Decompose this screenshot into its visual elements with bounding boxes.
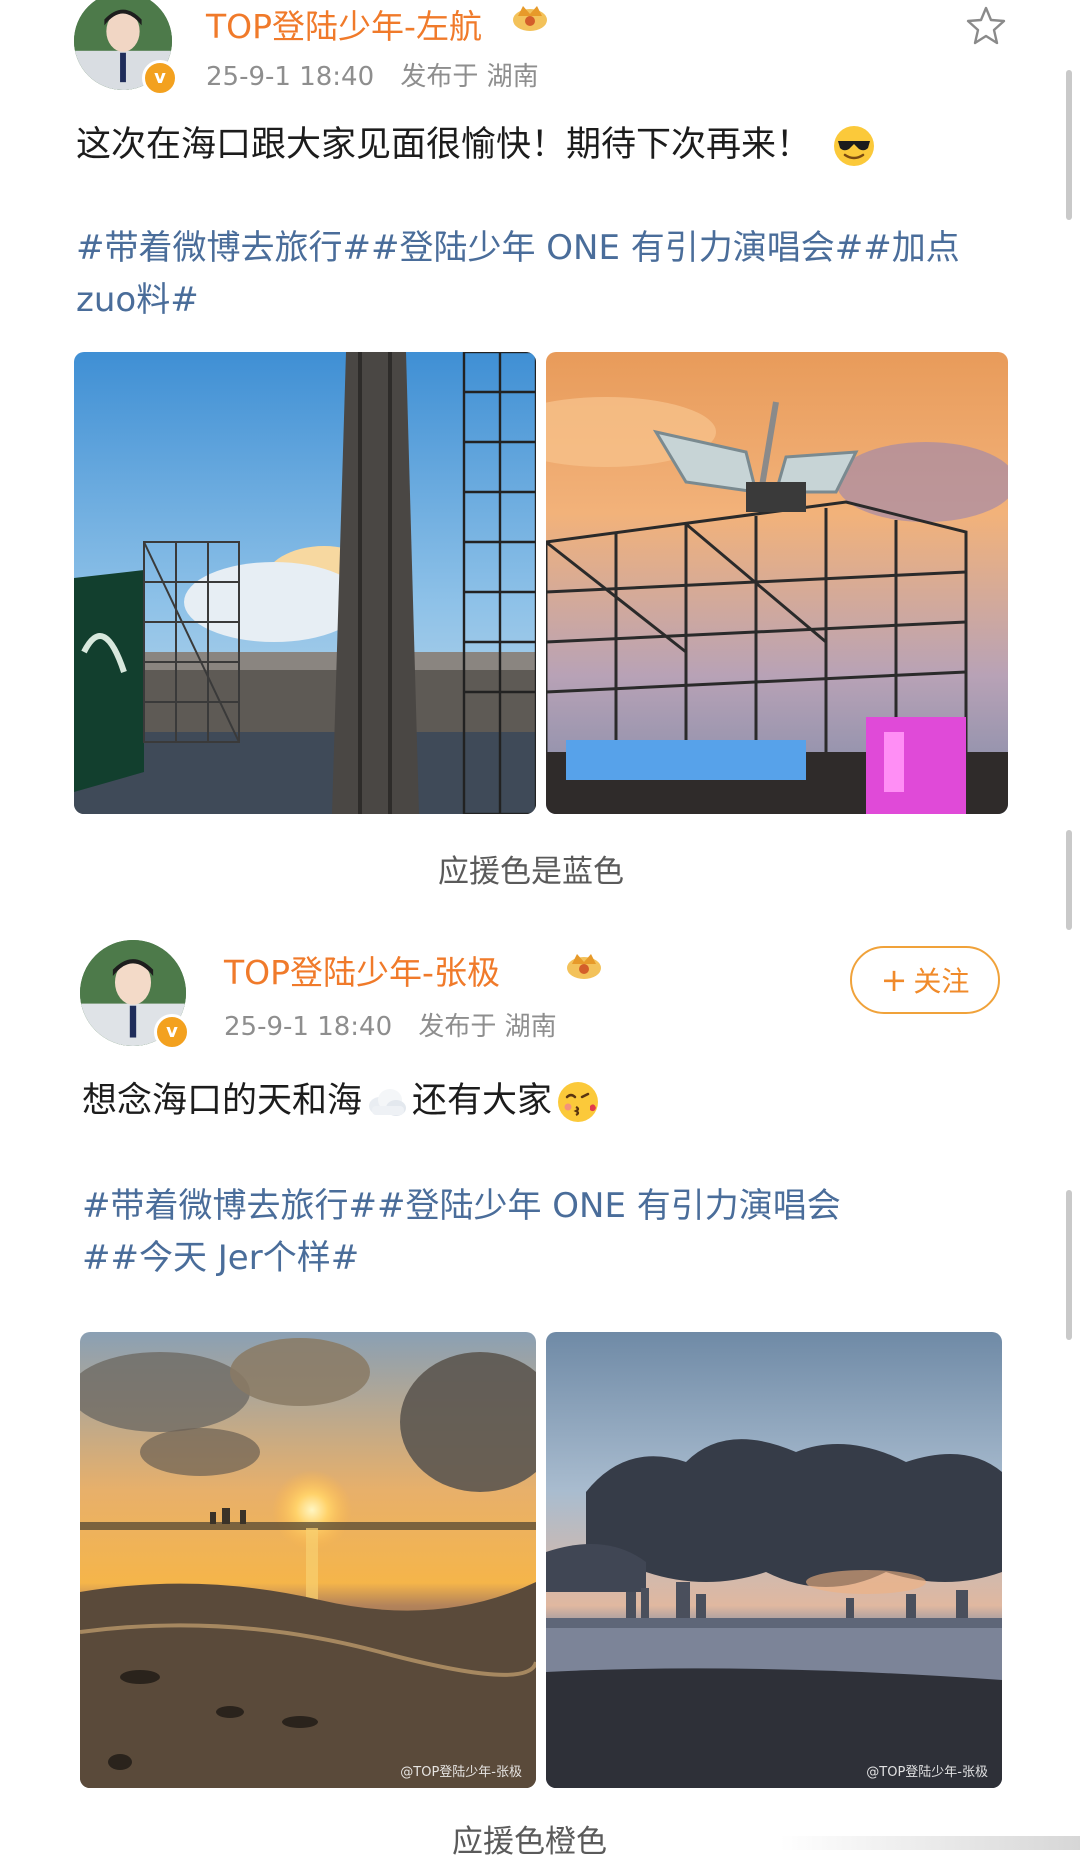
verified-badge-icon: v <box>154 1014 190 1050</box>
sunglasses-emoji-icon <box>834 126 875 166</box>
kissing-emoji-icon <box>558 1082 599 1122</box>
post-meta: 25-9-1 18:40 发布于 湖南 <box>224 1006 575 1043</box>
butterfly-stage-photo[interactable] <box>546 352 1008 814</box>
hashtag-line[interactable]: zuo料# <box>76 274 996 326</box>
plus-icon: + <box>880 961 908 999</box>
post-caption: 应援色橙色 <box>452 1824 607 1860</box>
bottom-overlay <box>780 1836 1080 1850</box>
post-text-content-after: 还有大家 <box>412 1081 553 1121</box>
post-time: 25-9-1 18:40 <box>224 1012 393 1042</box>
post-card: v TOP登陆少年-左航 25-9-1 18:40 发布于 湖南 这次在海口跟大… <box>0 0 1080 930</box>
hashtag-line[interactable]: #带着微博去旅行##登陆少年 ONE 有引力演唱会##加点 <box>76 222 996 274</box>
sunset-beach-photo[interactable]: @TOP登陆少年-张极 <box>80 1332 536 1788</box>
favorite-star-icon[interactable] <box>964 4 1008 48</box>
crown-icon <box>567 954 601 979</box>
follow-button[interactable]: + 关注 <box>850 946 1000 1014</box>
scrollbar[interactable] <box>1066 1190 1072 1340</box>
follow-label: 关注 <box>913 965 970 998</box>
post-meta: 25-9-1 18:40 发布于 湖南 <box>206 56 557 93</box>
photo-watermark: @TOP登陆少年-张极 <box>866 1765 988 1780</box>
hashtag-text[interactable]: #带着微博去旅行##登陆少年 ONE 有引力演唱会##加点 zuo料# <box>76 222 996 326</box>
crown-icon <box>513 6 547 31</box>
post-location: 发布于 湖南 <box>400 62 539 92</box>
scrollbar[interactable] <box>1066 70 1072 220</box>
post-caption: 应援色是蓝色 <box>438 854 624 890</box>
hashtag-text[interactable]: #带着微博去旅行##登陆少年 ONE 有引力演唱会 ##今天 Jer个样# <box>82 1180 1002 1284</box>
hashtag-line[interactable]: ##今天 Jer个样# <box>82 1232 1002 1284</box>
cloudy-coast-photo[interactable]: @TOP登陆少年-张极 <box>546 1332 1002 1788</box>
photo-watermark: @TOP登陆少年-张极 <box>400 1765 522 1780</box>
verified-badge-icon: v <box>142 60 178 96</box>
post-location: 发布于 湖南 <box>418 1012 557 1042</box>
hashtag-line[interactable]: #带着微博去旅行##登陆少年 ONE 有引力演唱会 <box>82 1180 1002 1232</box>
scrollbar[interactable] <box>1066 830 1072 930</box>
post-text-content: 想念海口的天和海 <box>82 1081 363 1121</box>
cloud-emoji-icon <box>369 1089 407 1116</box>
user-name[interactable]: TOP登陆少年-张极 <box>224 946 500 994</box>
post-text: 这次在海口跟大家见面很愉快！期待下次再来！ <box>76 116 876 168</box>
post-card: v TOP登陆少年-张极 25-9-1 18:40 发布于 湖南 + 关注 想念海… <box>0 930 1080 1860</box>
post-text: 想念海口的天和海 还有大家 <box>82 1072 600 1124</box>
stadium-tower-photo[interactable] <box>74 352 536 814</box>
post-text-content: 这次在海口跟大家见面很愉快！期待下次再来！ <box>76 125 812 165</box>
post-time: 25-9-1 18:40 <box>206 62 375 92</box>
user-name[interactable]: TOP登陆少年-左航 <box>206 0 482 48</box>
